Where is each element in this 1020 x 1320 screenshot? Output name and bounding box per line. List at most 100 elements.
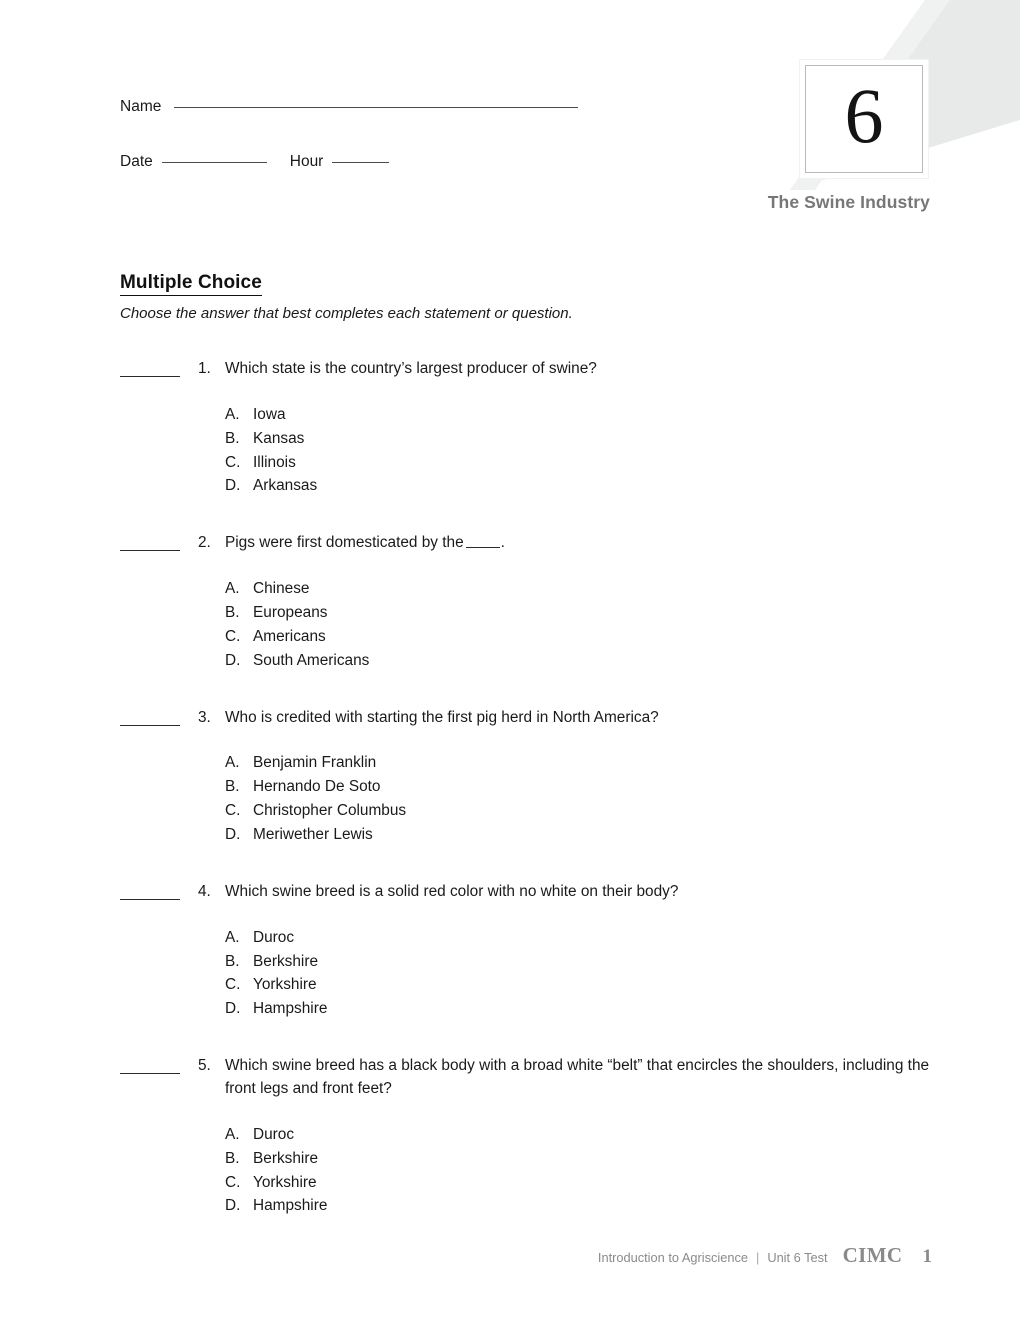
unit-title: The Swine Industry — [767, 192, 930, 212]
answer-blank[interactable] — [120, 1056, 180, 1075]
option-item[interactable]: D. Hampshire — [225, 1194, 950, 1218]
unit-number-badge: 6 — [800, 60, 928, 178]
page-number: 1 — [922, 1246, 933, 1267]
question-number: 2. — [198, 534, 211, 552]
question-text: Which swine breed has a black body with … — [225, 1057, 930, 1097]
option-letter: A. — [225, 1125, 240, 1143]
option-letter: C. — [225, 802, 241, 820]
option-text: Iowa — [253, 405, 286, 423]
option-text: Yorkshire — [253, 976, 317, 994]
option-item[interactable]: B. Berkshire — [225, 950, 950, 974]
date-hour-row: Date Hour — [120, 153, 578, 171]
option-item[interactable]: C. Illinois — [225, 451, 950, 475]
option-letter: D. — [225, 1197, 241, 1215]
option-item[interactable]: A. Duroc — [225, 1123, 950, 1147]
option-letter: A. — [225, 928, 240, 946]
option-text: South Americans — [253, 651, 370, 669]
option-letter: C. — [225, 1173, 241, 1191]
option-letter: B. — [225, 603, 240, 621]
option-text: Duroc — [253, 1125, 295, 1143]
option-item[interactable]: C. Yorkshire — [225, 973, 950, 997]
option-item[interactable]: A. Duroc — [225, 926, 950, 950]
date-input-line[interactable] — [161, 162, 267, 163]
footer-brand-logo: CIMC — [842, 1243, 903, 1267]
date-label: Date — [120, 153, 153, 170]
option-text: Meriwether Lewis — [253, 826, 373, 844]
footer-separator: | — [756, 1250, 760, 1265]
option-list: A. Duroc B. Berkshire C. Yorkshire D. Ha… — [225, 926, 950, 1022]
option-text: Arkansas — [253, 477, 318, 495]
answer-blank[interactable] — [120, 533, 180, 552]
option-letter: D. — [225, 477, 241, 495]
option-text: Hampshire — [253, 1197, 328, 1215]
option-item[interactable]: B. Berkshire — [225, 1147, 950, 1171]
option-item[interactable]: B. Europeans — [225, 601, 950, 625]
option-item[interactable]: A. Iowa — [225, 403, 950, 427]
option-list: A. Iowa B. Kansas C. Illinois D. Arkansa… — [225, 403, 950, 499]
question-item: 4. Which swine breed is a solid red colo… — [120, 881, 950, 1021]
option-letter: C. — [225, 627, 241, 645]
option-letter: C. — [225, 453, 241, 471]
footer-course-title: Introduction to Agriscience — [597, 1250, 748, 1265]
option-text: Illinois — [253, 453, 296, 471]
name-label: Name — [120, 98, 162, 115]
fill-in-blank[interactable] — [465, 536, 500, 549]
option-list: A. Chinese B. Europeans C. Americans D. … — [225, 577, 950, 673]
option-item[interactable]: D. Arkansas — [225, 474, 950, 498]
option-letter: A. — [225, 405, 240, 423]
question-list: 1. Which state is the country’s largest … — [120, 358, 950, 1218]
option-letter: B. — [225, 1149, 240, 1167]
question-item: 5. Which swine breed has a black body wi… — [120, 1055, 950, 1218]
option-text: Christopher Columbus — [253, 802, 407, 820]
option-text: Duroc — [253, 928, 295, 946]
answer-blank[interactable] — [120, 359, 180, 377]
option-text: Hernando De Soto — [253, 778, 381, 796]
option-letter: B. — [225, 952, 240, 970]
question-text: Pigs were first domesticated by the. — [225, 532, 950, 555]
answer-blank[interactable] — [120, 882, 180, 900]
option-text: Hampshire — [253, 1000, 328, 1018]
question-text-after-blank: . — [500, 534, 505, 552]
option-list: A. Duroc B. Berkshire C. Yorkshire D. Ha… — [225, 1123, 950, 1219]
option-text: Chinese — [253, 580, 310, 598]
option-item[interactable]: A. Benjamin Franklin — [225, 751, 950, 775]
question-header: 5. Which swine breed has a black body wi… — [120, 1055, 950, 1101]
option-item[interactable]: C. Christopher Columbus — [225, 799, 950, 823]
option-item[interactable]: B. Hernando De Soto — [225, 775, 950, 799]
option-item[interactable]: B. Kansas — [225, 427, 950, 451]
option-letter: A. — [225, 580, 240, 598]
option-letter: D. — [225, 651, 241, 669]
question-number: 4. — [198, 882, 211, 900]
name-row: Name — [120, 98, 579, 116]
question-header: 4. Which swine breed is a solid red colo… — [120, 881, 950, 904]
question-number: 1. — [198, 360, 211, 377]
option-text: Europeans — [253, 603, 328, 621]
option-item[interactable]: D. Hampshire — [225, 997, 950, 1021]
section-header: Multiple Choice Choose the answer that b… — [120, 272, 940, 322]
name-input-line[interactable] — [174, 107, 579, 108]
hour-input-line[interactable] — [332, 162, 390, 163]
option-item[interactable]: C. Americans — [225, 625, 950, 649]
section-title: Multiple Choice — [120, 272, 262, 296]
page-footer: Introduction to Agriscience | Unit 6 Tes… — [598, 1243, 932, 1268]
option-text: Yorkshire — [253, 1173, 317, 1191]
question-item: 1. Which state is the country’s largest … — [120, 358, 950, 498]
option-item[interactable]: C. Yorkshire — [225, 1171, 950, 1195]
unit-badge-frame: 6 — [805, 65, 923, 173]
question-text: Which swine breed is a solid red color w… — [225, 882, 679, 900]
option-text: Americans — [253, 627, 326, 645]
question-text: Who is credited with starting the first … — [225, 708, 659, 726]
option-item[interactable]: D. Meriwether Lewis — [225, 823, 950, 847]
footer-unit-label: Unit 6 Test — [767, 1250, 828, 1265]
option-item[interactable]: A. Chinese — [225, 577, 950, 601]
question-header: 2. Pigs were first domesticated by the. — [120, 532, 950, 555]
hour-label: Hour — [289, 153, 324, 170]
answer-blank[interactable] — [120, 708, 180, 726]
student-info-block: Name Date Hour — [120, 98, 579, 171]
option-letter: D. — [225, 826, 241, 844]
option-item[interactable]: D. South Americans — [225, 649, 950, 673]
option-letter: C. — [225, 976, 241, 994]
option-letter: B. — [225, 429, 240, 447]
option-letter: A. — [225, 754, 240, 772]
unit-number: 6 — [844, 72, 884, 159]
